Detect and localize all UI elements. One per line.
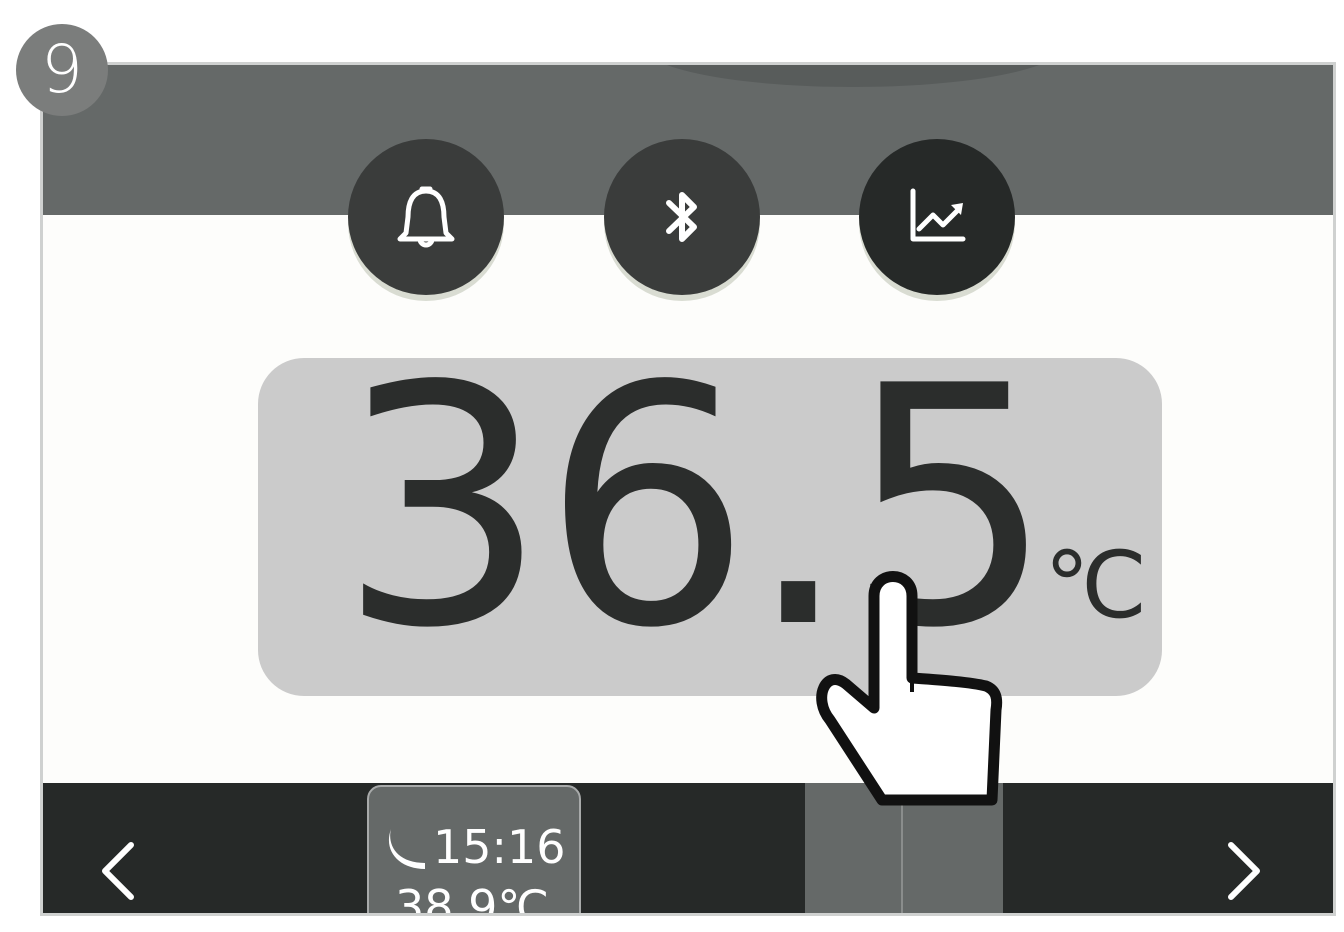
- step-number-badge: 9: [16, 24, 108, 116]
- device-screen: 36.5 ℃ 15:16 38.9℃: [40, 62, 1336, 916]
- bell-icon: [397, 186, 455, 248]
- chevron-right-icon: [1228, 842, 1260, 900]
- moon-icon: [388, 829, 425, 869]
- graph-button[interactable]: [859, 139, 1015, 295]
- temperature-display: 36.5 ℃: [258, 338, 1162, 696]
- next-button[interactable]: [1215, 831, 1275, 911]
- bluetooth-icon: [666, 192, 697, 242]
- history-item[interactable]: 15:16 38.9℃: [367, 785, 581, 916]
- history-temperature: 38.9℃: [395, 880, 550, 916]
- alarm-button[interactable]: [348, 139, 504, 295]
- line-chart-icon: [910, 188, 966, 242]
- history-time: 15:16: [385, 819, 566, 875]
- history-time-label: 15:16: [433, 820, 566, 874]
- tap-hand-icon: [816, 571, 1003, 806]
- bluetooth-button[interactable]: [604, 139, 760, 295]
- header-notch: [643, 65, 1063, 87]
- history-bar: 15:16 38.9℃: [43, 783, 1333, 916]
- temperature-unit: ℃: [1044, 532, 1148, 639]
- chevron-left-icon: [102, 842, 134, 900]
- previous-button[interactable]: [87, 831, 147, 911]
